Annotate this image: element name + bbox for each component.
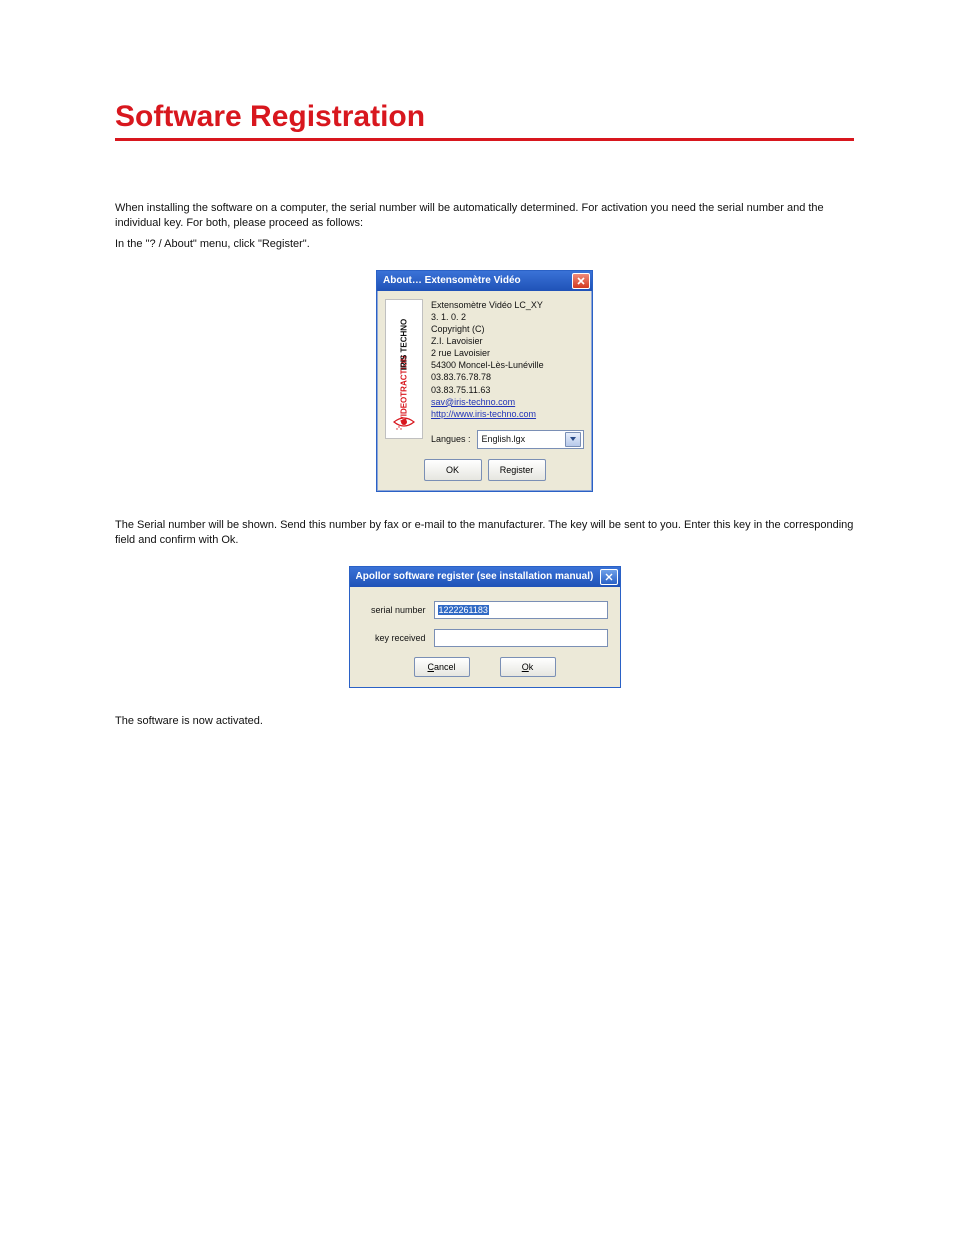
logo-text-2: IRIS TECHNO <box>400 318 409 370</box>
about-line7: 03.83.76.78.78 <box>431 371 584 383</box>
lang-select[interactable]: English.lgx <box>477 430 584 449</box>
about-dialog: About… Extensomètre Vidéo VIDEOTRACTION … <box>376 270 593 492</box>
about-register-button[interactable]: Register <box>488 459 546 481</box>
about-ok-label: OK <box>446 465 459 475</box>
activated-text: The software is now activated. <box>115 714 854 729</box>
about-url-link[interactable]: http://www.iris-techno.com <box>431 409 536 419</box>
about-line8: 03.83.75.11.63 <box>431 384 584 396</box>
serial-number-label: serial number <box>362 605 426 615</box>
key-received-label: key received <box>362 633 426 643</box>
serial-number-value: 1222261183 <box>438 605 489 615</box>
lang-selected-value: English.lgx <box>482 433 526 445</box>
close-icon <box>605 573 613 581</box>
about-line2: 3. 1. 0. 2 <box>431 311 584 323</box>
register-dialog: Apollor software register (see installat… <box>349 566 621 688</box>
about-line6: 54300 Moncel-Lès-Lunéville <box>431 359 584 371</box>
register-ok-label: Ok <box>522 662 534 672</box>
about-register-label: Register <box>500 465 534 475</box>
about-line3: Copyright (C) <box>431 323 584 335</box>
step1-text: In the "? / About" menu, click "Register… <box>115 237 854 252</box>
serial-number-input[interactable]: 1222261183 <box>434 601 608 619</box>
register-titlebar[interactable]: Apollor software register (see installat… <box>350 567 620 587</box>
page-title: Software Registration <box>115 100 854 134</box>
about-logo: VIDEOTRACTION IRIS TECHNO <box>385 299 423 439</box>
about-titlebar[interactable]: About… Extensomètre Vidéo <box>377 271 592 291</box>
chevron-down-icon <box>565 432 581 447</box>
register-dialog-title: Apollor software register (see installat… <box>356 571 594 582</box>
about-line4: Z.I. Lavoisier <box>431 335 584 347</box>
register-cancel-label: Cancel <box>427 662 455 672</box>
register-close-button[interactable] <box>600 569 618 585</box>
about-dialog-title: About… Extensomètre Vidéo <box>383 275 521 286</box>
about-close-button[interactable] <box>572 273 590 289</box>
register-ok-button[interactable]: Ok <box>500 657 556 677</box>
lang-label: Langues : <box>431 433 471 445</box>
title-divider <box>115 138 854 141</box>
about-info-block: Extensomètre Vidéo LC_XY 3. 1. 0. 2 Copy… <box>431 299 584 449</box>
about-line1: Extensomètre Vidéo LC_XY <box>431 299 584 311</box>
step2-text: The Serial number will be shown. Send th… <box>115 518 854 548</box>
about-ok-button[interactable]: OK <box>424 459 482 481</box>
about-email-link[interactable]: sav@iris-techno.com <box>431 397 515 407</box>
close-icon <box>577 277 585 285</box>
register-cancel-button[interactable]: Cancel <box>414 657 470 677</box>
about-line5: 2 rue Lavoisier <box>431 347 584 359</box>
intro-text: When installing the software on a comput… <box>115 201 854 231</box>
key-received-input[interactable] <box>434 629 608 647</box>
